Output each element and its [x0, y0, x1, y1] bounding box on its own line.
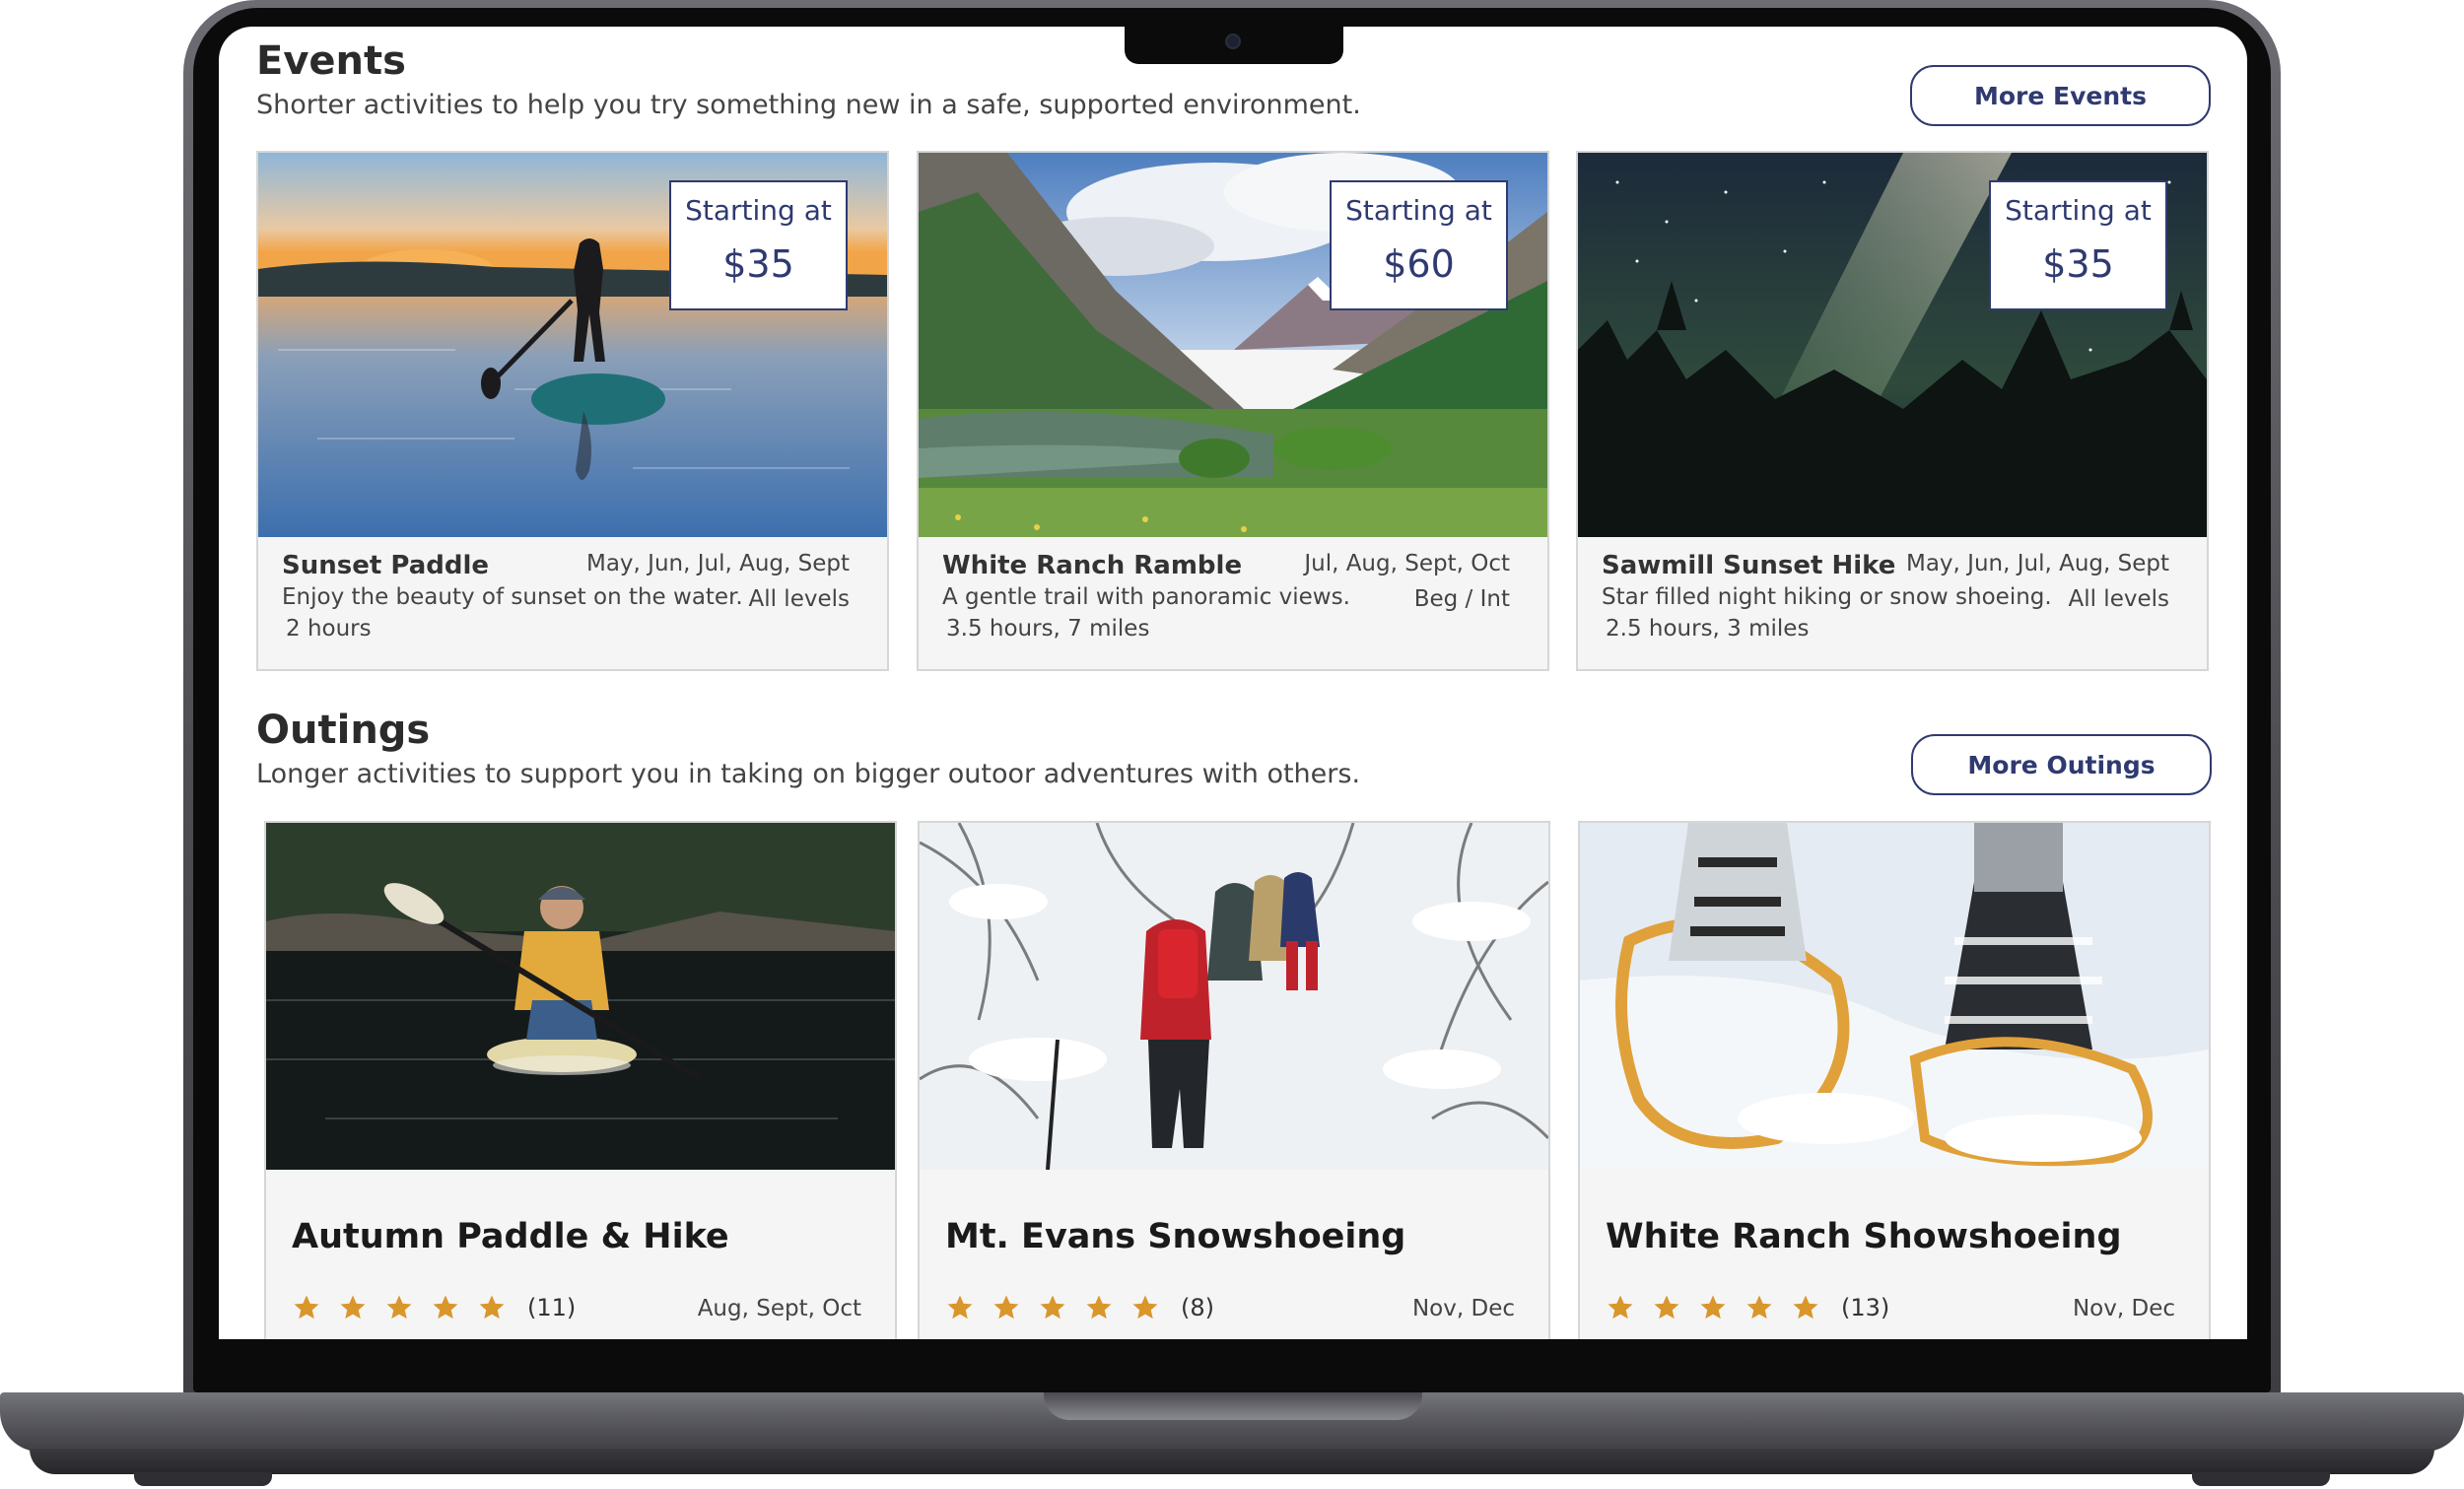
outing-name: Autumn Paddle & Hike	[292, 1217, 729, 1256]
event-info: Sunset Paddle May, Jun, Jul, Aug, Sept E…	[258, 537, 887, 669]
outing-name: Mt. Evans Snowshoeing	[945, 1217, 1406, 1256]
event-level: All levels	[748, 586, 850, 612]
event-months: Jul, Aug, Sept, Oct	[1304, 551, 1510, 576]
star-icon	[1132, 1295, 1158, 1320]
rating-count: (13)	[1841, 1294, 1890, 1321]
laptop-foot-left	[134, 1472, 272, 1486]
price-label: Starting at	[685, 194, 832, 227]
outing-months: Nov, Dec	[1411, 1296, 1515, 1321]
star-icon	[294, 1295, 319, 1320]
price-value: $35	[722, 242, 794, 286]
event-card-white-ranch-ramble[interactable]: Starting at $60 White Ranch Ramble Jul, …	[917, 151, 1549, 671]
event-level: Beg / Int	[1413, 586, 1510, 612]
event-description: A gentle trail with panoramic views.	[942, 584, 1350, 610]
event-name: White Ranch Ramble	[942, 551, 1243, 580]
laptop-opening-notch	[1044, 1392, 1422, 1420]
event-duration: 2.5 hours, 3 miles	[1606, 616, 1810, 642]
event-duration: 3.5 hours, 7 miles	[946, 616, 1150, 642]
price-badge: Starting at $35	[1989, 180, 2167, 310]
star-icon	[1700, 1295, 1726, 1320]
price-value: $60	[1383, 242, 1455, 286]
outings-subtitle: Longer activities to support you in taki…	[256, 759, 1361, 789]
rating-count: (8)	[1181, 1294, 1214, 1321]
price-badge: Starting at $60	[1330, 180, 1508, 310]
star-icon	[1040, 1295, 1065, 1320]
event-info: Sawmill Sunset Hike May, Jun, Jul, Aug, …	[1578, 537, 2207, 669]
event-level: All levels	[2068, 586, 2169, 612]
rating-count: (11)	[527, 1294, 577, 1321]
price-badge: Starting at $35	[669, 180, 848, 310]
star-rating: (11)	[292, 1293, 576, 1322]
outing-name: White Ranch Showshoeing	[1606, 1217, 2122, 1256]
star-icon	[947, 1295, 973, 1320]
star-icon	[1608, 1295, 1633, 1320]
event-card-sunset-paddle[interactable]: Starting at $35 Sunset Paddle May, Jun, …	[256, 151, 889, 671]
star-rating: (13)	[1606, 1293, 1889, 1322]
star-icon	[386, 1295, 412, 1320]
star-icon	[1086, 1295, 1112, 1320]
screen: Events Shorter activities to help you tr…	[219, 27, 2247, 1339]
star-icon	[993, 1295, 1019, 1320]
event-name: Sunset Paddle	[282, 551, 490, 580]
outings-title: Outings	[256, 708, 431, 753]
outing-card-white-ranch-showshoeing[interactable]: White Ranch Showshoeing (13) Nov, Dec	[1578, 821, 2211, 1339]
snowy-forest-hikers-image	[920, 823, 1548, 1170]
events-subtitle: Shorter activities to help you try somet…	[256, 90, 1361, 120]
event-months: May, Jun, Jul, Aug, Sept	[1905, 551, 2169, 576]
event-description: Enjoy the beauty of sunset on the water.	[282, 584, 743, 610]
star-icon	[340, 1295, 366, 1320]
event-card-sawmill-sunset-hike[interactable]: Starting at $35 Sawmill Sunset Hike May,…	[1576, 151, 2209, 671]
price-label: Starting at	[1345, 194, 1492, 227]
star-icon	[1654, 1295, 1679, 1320]
kayaker-on-lake-image	[266, 823, 895, 1170]
price-label: Starting at	[2005, 194, 2152, 227]
events-title: Events	[256, 38, 406, 84]
price-value: $35	[2042, 242, 2114, 286]
laptop-base-edge	[30, 1449, 2434, 1474]
outing-card-mt-evans-snowshoeing[interactable]: Mt. Evans Snowshoeing (8) Nov, Dec	[918, 821, 1550, 1339]
event-info: White Ranch Ramble Jul, Aug, Sept, Oct A…	[919, 537, 1547, 669]
event-duration: 2 hours	[286, 616, 372, 642]
camera-icon	[1225, 34, 1241, 49]
star-icon	[433, 1295, 458, 1320]
outing-months: Aug, Sept, Oct	[697, 1296, 861, 1321]
star-rating: (8)	[945, 1293, 1214, 1322]
star-icon	[479, 1295, 505, 1320]
event-months: May, Jun, Jul, Aug, Sept	[585, 551, 850, 576]
snowshoes-closeup-image	[1580, 823, 2209, 1170]
event-description: Star filled night hiking or snow shoeing…	[1602, 584, 2052, 610]
star-icon	[1746, 1295, 1772, 1320]
more-events-button[interactable]: More Events	[1910, 65, 2211, 126]
more-outings-button[interactable]: More Outings	[1911, 734, 2212, 795]
outing-months: Nov, Dec	[2072, 1296, 2175, 1321]
outing-card-autumn-paddle-hike[interactable]: Autumn Paddle & Hike (11) Aug, Sept, Oct	[264, 821, 897, 1339]
star-icon	[1793, 1295, 1818, 1320]
laptop-foot-right	[2192, 1472, 2330, 1486]
event-name: Sawmill Sunset Hike	[1602, 551, 1896, 580]
